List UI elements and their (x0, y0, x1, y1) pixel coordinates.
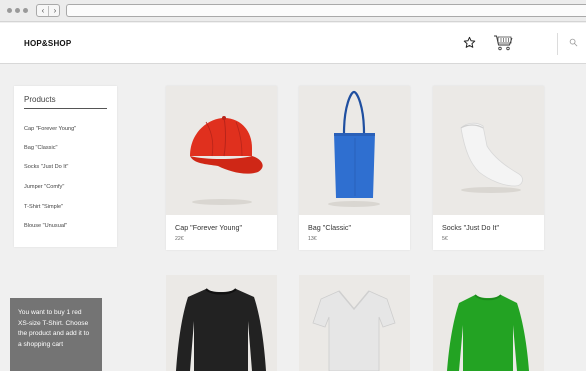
sidebar-item-tshirt[interactable]: T-Shirt "Simple" (24, 204, 63, 210)
product-sidebar: Products Cap "Forever Young" Bag "Classi… (14, 86, 117, 247)
forward-arrow-icon[interactable]: › (49, 5, 61, 16)
product-price-cap: 22€ (175, 236, 184, 242)
product-price-socks: 5€ (442, 236, 448, 242)
sidebar-title-rule (24, 108, 107, 109)
window-close-dot[interactable] (7, 8, 12, 13)
product-card-socks[interactable]: Socks "Just Do It" 5€ (433, 86, 544, 250)
address-bar[interactable] (66, 4, 586, 17)
bag-icon (328, 90, 380, 207)
nav-buttons: ‹ › (36, 4, 60, 17)
main-content: Products Cap "Forever Young" Bag "Classi… (0, 64, 586, 371)
blouse-icon (447, 294, 529, 371)
socks-icon (460, 122, 523, 193)
sidebar-item-bag[interactable]: Bag "Classic" (24, 145, 58, 151)
sidebar-item-jumper[interactable]: Jumper "Comfy" (24, 184, 64, 190)
sidebar-item-cap[interactable]: Cap "Forever Young" (24, 126, 76, 132)
task-instruction-panel: You want to buy 1 red XS-size T-Shirt. C… (10, 298, 102, 371)
window-minimize-dot[interactable] (15, 8, 20, 13)
star-icon[interactable] (463, 36, 476, 49)
sidebar-item-blouse[interactable]: Blouse "Unusual" (24, 223, 67, 229)
search-icon[interactable] (569, 38, 578, 47)
product-image-cap[interactable] (166, 86, 277, 215)
window-zoom-dot[interactable] (23, 8, 28, 13)
product-name-cap[interactable]: Cap "Forever Young" (175, 223, 242, 232)
product-image-bag[interactable] (299, 86, 410, 215)
product-image-jumper[interactable] (166, 275, 277, 371)
product-image-tshirt[interactable] (299, 275, 410, 371)
product-card-bag[interactable]: Bag "Classic" 13€ (299, 86, 410, 250)
browser-toolbar: ‹ › (0, 0, 586, 22)
tshirt-icon (312, 290, 396, 371)
product-image-socks[interactable] (433, 86, 544, 215)
header-divider (557, 33, 558, 55)
sidebar-item-socks[interactable]: Socks "Just Do It" (24, 164, 68, 170)
task-instruction-text: You want to buy 1 red XS-size T-Shirt. C… (18, 309, 90, 348)
site-logo[interactable]: HOP&SHOP (24, 39, 71, 48)
site-header: HOP&SHOP (0, 23, 586, 64)
cart-icon[interactable] (493, 34, 515, 52)
product-name-socks[interactable]: Socks "Just Do It" (442, 223, 499, 232)
product-price-bag: 13€ (308, 236, 317, 242)
cap-icon (190, 116, 263, 205)
product-card-cap[interactable]: Cap "Forever Young" 22€ (166, 86, 277, 250)
browser-window: ‹ › HOP&SHOP Products Cap "Forever Young… (0, 0, 586, 371)
product-name-bag[interactable]: Bag "Classic" (308, 223, 351, 232)
jumper-icon (176, 288, 266, 371)
product-image-blouse[interactable] (433, 275, 544, 371)
sidebar-title: Products (24, 95, 56, 104)
